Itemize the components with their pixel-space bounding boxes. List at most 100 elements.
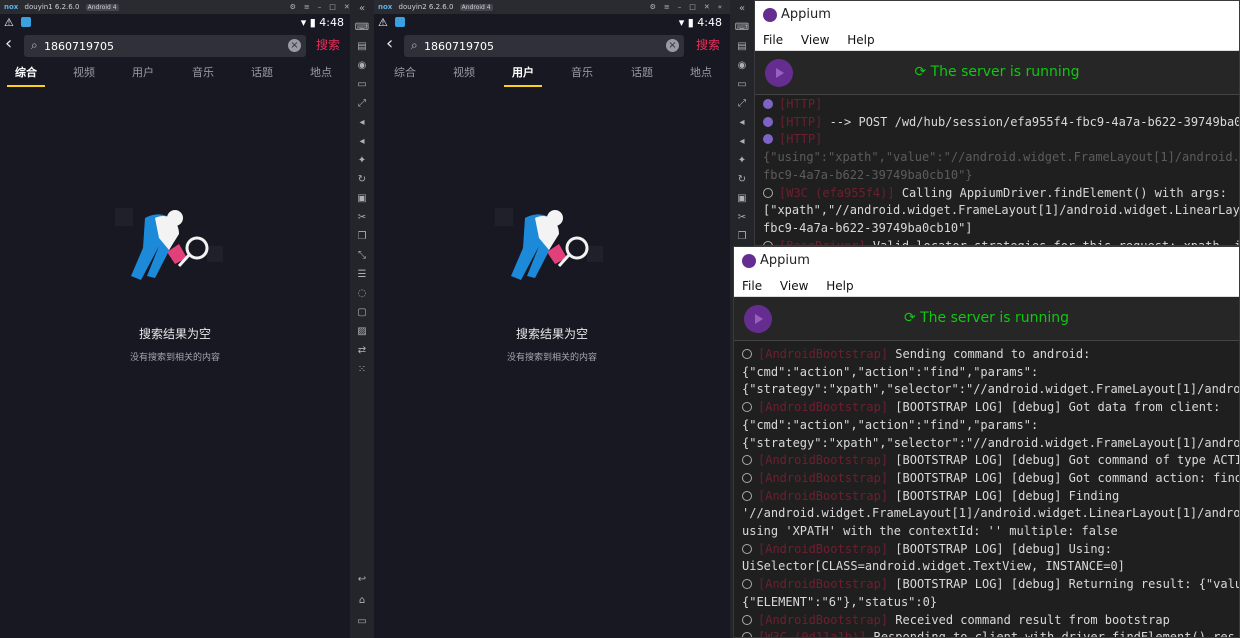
- search-button[interactable]: 搜索: [696, 36, 720, 53]
- nox-logo: nox: [4, 3, 19, 11]
- menu-help[interactable]: Help: [847, 33, 874, 47]
- scissors-icon[interactable]: ✂: [350, 212, 374, 223]
- appium-menubar: File View Help: [755, 29, 1239, 51]
- log-tag: [HTTP]: [779, 97, 823, 111]
- emulator-window-1: nox douyin1 6.2.6.0 Android 4 ⚙≡–□✕« ⚠ ▾…: [0, 0, 374, 638]
- log-line: [AndroidBootstrap] Sending command to an…: [742, 346, 1239, 364]
- tab-comprehensive[interactable]: 综合: [394, 64, 416, 86]
- screenshot-icon[interactable]: ▣: [350, 193, 374, 204]
- appium-menubar: File View Help: [734, 275, 1239, 297]
- home-nav-icon[interactable]: ⌂: [350, 595, 374, 606]
- search-bar: ‹ ⌕ × 搜索: [0, 32, 350, 58]
- log-text: {"strategy":"xpath","selector":"//androi…: [742, 435, 1240, 450]
- tab-topic[interactable]: 话题: [251, 64, 273, 86]
- emulator-window-2: nox douyin2 6.2.6.0 Android 4 ⚙≡–□✕« ⚠ ▾…: [374, 0, 754, 638]
- loading-icon[interactable]: ◌: [350, 288, 374, 299]
- tab-comprehensive[interactable]: 综合: [7, 64, 45, 87]
- appium-title: Appium: [781, 7, 831, 22]
- fullscreen-icon[interactable]: ⤢: [350, 98, 374, 109]
- screen-icon[interactable]: ▭: [730, 79, 754, 90]
- shake-icon[interactable]: ✦: [730, 155, 754, 166]
- appium-window-1: Appium File View Help ⟳ The server is ru…: [754, 0, 1240, 246]
- tab-location[interactable]: 地点: [310, 64, 332, 86]
- tab-video[interactable]: 视频: [73, 64, 95, 86]
- volume-up-icon[interactable]: ◂: [730, 117, 754, 128]
- log-text: {"cmd":"action","action":"find","params"…: [742, 364, 1039, 379]
- window-controls[interactable]: ⚙≡–□✕«: [650, 0, 730, 14]
- android-version-badge: Android 4: [459, 4, 493, 11]
- tab-topic[interactable]: 话题: [631, 64, 653, 86]
- sync-icon[interactable]: ⇄: [350, 345, 374, 356]
- empty-result-subtitle: 没有搜索到相关的内容: [506, 353, 597, 363]
- screenshot-icon[interactable]: ▣: [730, 193, 754, 204]
- emulator-title: douyin1 6.2.6.0: [24, 3, 80, 11]
- appium-logo-icon: [763, 8, 777, 22]
- log-line: [AndroidBootstrap] [BOOTSTRAP LOG] [debu…: [742, 399, 1239, 417]
- rotate-icon[interactable]: ↻: [350, 174, 374, 185]
- image-icon[interactable]: ▨: [350, 326, 374, 337]
- log-text: fbc9-4a7a-b622-39749ba0cb10"]: [763, 220, 973, 235]
- result-tabs: 综合 视频 用户 音乐 话题 地点: [0, 64, 350, 88]
- log-line: ["xpath","//android.widget.FrameLayout[1…: [763, 202, 1239, 220]
- result-tabs: 综合 视频 用户 音乐 话题 地点: [374, 64, 728, 88]
- menu-icon[interactable]: ☰: [350, 269, 374, 280]
- menu-view[interactable]: View: [780, 279, 808, 293]
- screen-icon[interactable]: ▭: [350, 79, 374, 90]
- scissors-icon[interactable]: ✂: [730, 212, 754, 223]
- location-icon[interactable]: ◉: [730, 60, 754, 71]
- menu-file[interactable]: File: [742, 279, 762, 293]
- multi-instance-icon[interactable]: ❐: [350, 231, 374, 242]
- search-field[interactable]: ⌕ ×: [404, 35, 684, 57]
- back-nav-icon[interactable]: ↩: [350, 574, 374, 585]
- tab-music[interactable]: 音乐: [192, 64, 214, 86]
- debug-icon: [742, 490, 752, 501]
- folder-icon[interactable]: ▤: [730, 41, 754, 52]
- appium-titlebar: Appium: [734, 247, 1239, 275]
- volume-down-icon[interactable]: ◂: [350, 136, 374, 147]
- debug-icon: [742, 543, 752, 554]
- shake-icon[interactable]: ✦: [350, 155, 374, 166]
- wifi-icon: ▾: [678, 16, 685, 29]
- search-input[interactable]: [424, 37, 664, 55]
- record-icon[interactable]: ▢: [350, 307, 374, 318]
- server-status: ⟳ The server is running: [903, 310, 1070, 326]
- location-icon[interactable]: ◉: [350, 60, 374, 71]
- clock: 4:48: [319, 16, 344, 29]
- app-notification-icon: [21, 17, 32, 27]
- clear-search-icon[interactable]: ×: [666, 39, 679, 52]
- menu-help[interactable]: Help: [826, 279, 853, 293]
- log-line: {"strategy":"xpath","selector":"//androi…: [742, 435, 1239, 453]
- tab-music[interactable]: 音乐: [571, 64, 593, 86]
- collapse-icon[interactable]: «: [730, 3, 754, 14]
- folder-icon[interactable]: ▤: [350, 41, 374, 52]
- recent-apps-icon[interactable]: ▭: [350, 616, 374, 627]
- keyboard-icon[interactable]: ⌨: [730, 22, 754, 33]
- keyboard-icon[interactable]: ⌨: [350, 22, 374, 33]
- rotate-icon[interactable]: ↻: [730, 174, 754, 185]
- more-icon[interactable]: ⁙: [350, 364, 374, 375]
- log-line: {"cmd":"action","action":"find","params"…: [742, 417, 1239, 435]
- clear-search-icon[interactable]: ×: [288, 39, 301, 52]
- tab-location[interactable]: 地点: [690, 64, 712, 86]
- collapse-icon[interactable]: «: [350, 3, 374, 14]
- fullscreen-icon[interactable]: ⤢: [730, 98, 754, 109]
- log-text: {"cmd":"action","action":"find","params"…: [742, 417, 1039, 432]
- volume-down-icon[interactable]: ◂: [730, 136, 754, 147]
- multi-instance-icon[interactable]: ❐: [730, 231, 754, 242]
- scale-icon[interactable]: ⤡: [350, 250, 374, 261]
- search-field[interactable]: ⌕ ×: [24, 35, 306, 57]
- search-button[interactable]: 搜索: [316, 36, 340, 53]
- log-line: {"using":"xpath","value":"//android.widg…: [763, 149, 1239, 167]
- log-tag: [AndroidBootstrap]: [758, 488, 889, 503]
- warning-icon: ⚠: [378, 16, 388, 29]
- search-input[interactable]: [44, 37, 284, 55]
- tab-user[interactable]: 用户: [132, 64, 154, 86]
- volume-up-icon[interactable]: ◂: [350, 117, 374, 128]
- menu-file[interactable]: File: [763, 33, 783, 47]
- back-arrow-icon[interactable]: ‹: [386, 33, 393, 54]
- menu-view[interactable]: View: [801, 33, 829, 47]
- log-line: [HTTP] --> POST /wd/hub/session/efa955f4…: [763, 114, 1239, 132]
- back-arrow-icon[interactable]: ‹: [5, 33, 12, 54]
- tab-video[interactable]: 视频: [453, 64, 475, 86]
- tab-user[interactable]: 用户: [504, 64, 542, 87]
